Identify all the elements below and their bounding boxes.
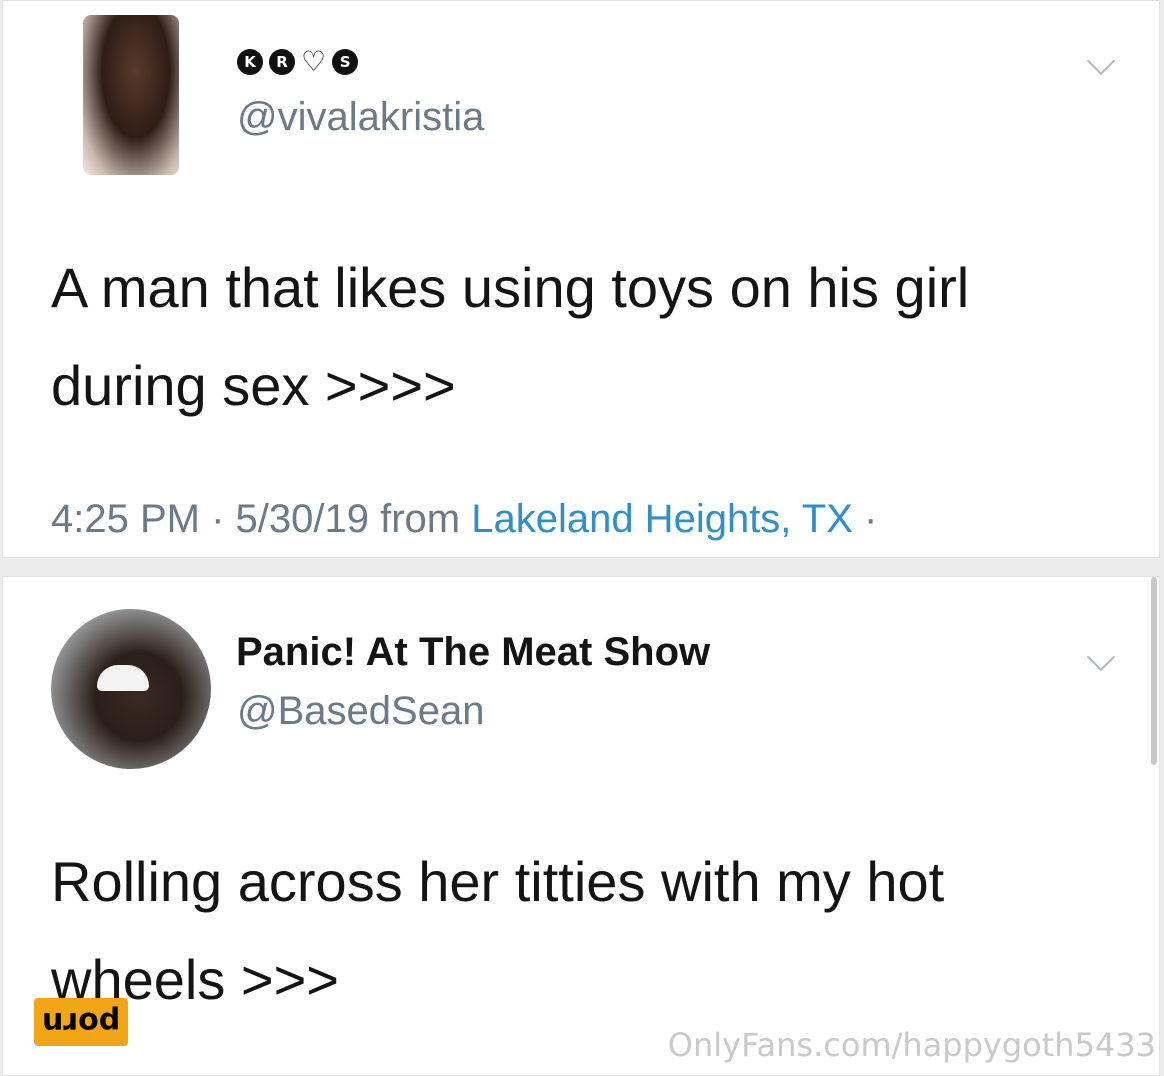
- avatar[interactable]: [83, 15, 179, 175]
- letter-badge-s: S: [332, 49, 359, 75]
- tweet-text-line: during sex >>>>: [51, 354, 456, 417]
- tweet-text-line: A man that likes using toys on his girl: [51, 256, 970, 319]
- chevron-down-icon[interactable]: [1086, 642, 1116, 672]
- tweet-text: Rolling across her titties with my hot w…: [51, 833, 1111, 1029]
- tweet-card: K R ♡ S @vivalakristia A man that likes …: [2, 0, 1160, 558]
- tweet-timestamp[interactable]: 4:25 PM · 5/30/19 from: [51, 497, 471, 541]
- tweet-metadata: 4:25 PM · 5/30/19 from Lakeland Heights,…: [51, 497, 877, 542]
- tweet-text-line: Rolling across her titties with my hot: [51, 850, 945, 913]
- tweet-text: A man that likes using toys on his girl …: [51, 239, 1111, 435]
- watermark-url: OnlyFans.com/happygoth5433: [667, 1026, 1156, 1064]
- scrollbar[interactable]: [1151, 577, 1157, 765]
- user-handle[interactable]: @vivalakristia: [237, 95, 484, 140]
- user-handle[interactable]: @BasedSean: [237, 689, 484, 734]
- watermark-logo-text: porn: [41, 1004, 121, 1040]
- chevron-down-icon[interactable]: [1086, 46, 1116, 76]
- avatar[interactable]: [51, 609, 211, 769]
- heart-icon: ♡: [301, 46, 327, 77]
- avatar-cap-shape: [97, 665, 149, 691]
- tweet-text-line: wheels >>>: [51, 948, 339, 1011]
- metadata-separator: ·: [852, 497, 878, 541]
- display-name-badges: K R ♡ S: [237, 46, 359, 77]
- tweet-location-link[interactable]: Lakeland Heights, TX: [471, 497, 853, 541]
- letter-badge-k: K: [237, 49, 263, 75]
- letter-badge-r: R: [269, 49, 295, 75]
- display-name[interactable]: Panic! At The Meat Show: [236, 630, 710, 675]
- watermark-logo: porn: [34, 998, 128, 1046]
